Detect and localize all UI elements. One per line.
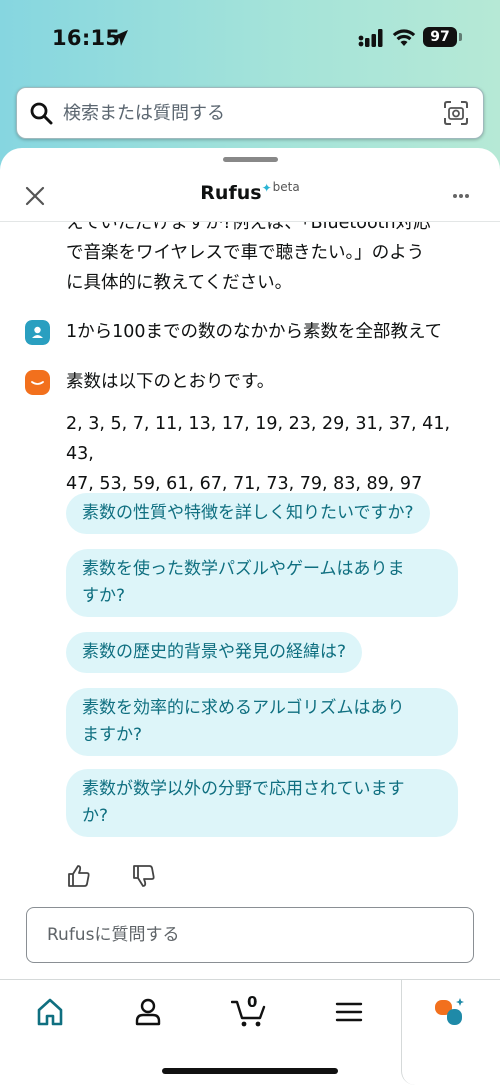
sparkle-icon: ✦ bbox=[261, 181, 272, 195]
message-line: えていただけますか?例えば、「Bluetooth対応 bbox=[66, 222, 431, 233]
primes-list: 2, 3, 5, 7, 11, 13, 17, 19, 23, 29, 31, … bbox=[66, 409, 476, 499]
thumbs-down-icon[interactable] bbox=[132, 864, 156, 888]
search-icon bbox=[30, 102, 53, 125]
rufus-tab[interactable] bbox=[401, 979, 500, 1085]
rufus-sheet: Rufus✦beta えていただけますか?例えば、「Bluetooth対応 で音… bbox=[0, 148, 500, 1084]
rufus-icon bbox=[435, 998, 464, 1025]
suggestion-chip[interactable]: 素数を使った数学パズルやゲームはありま すか? bbox=[66, 549, 458, 617]
message-line: で音楽をワイヤレスで車で聴きたい。」のよう bbox=[66, 243, 425, 263]
cart-count: 0 bbox=[247, 993, 258, 1011]
chat-area[interactable]: えていただけますか?例えば、「Bluetooth対応 で音楽をワイヤレスで車で聴… bbox=[0, 222, 500, 902]
search-bar[interactable] bbox=[16, 87, 484, 139]
suggestion-chip[interactable]: 素数が数学以外の分野で応用されています か? bbox=[66, 769, 458, 837]
previous-bot-message: えていただけますか?例えば、「Bluetooth対応 で音楽をワイヤレスで車で聴… bbox=[66, 222, 476, 298]
ask-rufus-field[interactable] bbox=[26, 907, 474, 963]
location-arrow-icon bbox=[112, 30, 128, 46]
sheet-title: Rufus✦beta bbox=[0, 180, 500, 204]
suggestion-chip[interactable]: 素数の性質や特徴を詳しく知りたいですか? bbox=[66, 493, 430, 534]
bot-intro: 素数は以下のとおりです。 bbox=[66, 372, 275, 392]
search-input[interactable] bbox=[63, 98, 433, 128]
status-bar: 16:15 97 bbox=[0, 0, 500, 76]
menu-icon[interactable] bbox=[333, 996, 365, 1028]
home-indicator bbox=[162, 1068, 338, 1074]
ask-rufus-input[interactable] bbox=[47, 921, 447, 949]
chip-text: ますか? bbox=[82, 725, 143, 745]
wifi-icon bbox=[392, 29, 416, 46]
battery-tip bbox=[459, 33, 462, 41]
account-icon[interactable] bbox=[132, 996, 164, 1028]
sheet-drag-handle[interactable] bbox=[223, 157, 278, 162]
more-options-icon[interactable] bbox=[452, 193, 470, 199]
chip-text: 素数が数学以外の分野で応用されています bbox=[82, 779, 405, 799]
chip-text: か? bbox=[82, 806, 109, 826]
cellular-signal-icon bbox=[358, 29, 383, 47]
chip-text: 素数の歴史的背景や発見の経緯は? bbox=[82, 642, 347, 662]
suggestion-chip[interactable]: 素数の歴史的背景や発見の経緯は? bbox=[66, 632, 363, 673]
bottom-nav: 0 bbox=[0, 979, 500, 1085]
thumbs-up-icon[interactable] bbox=[67, 864, 91, 888]
camera-scan-icon[interactable] bbox=[443, 100, 469, 126]
message-line: に具体的に教えてください。 bbox=[66, 273, 293, 293]
user-message: 1から100までの数のなかから素数を全部教えて bbox=[66, 322, 443, 342]
chip-text: すか? bbox=[82, 586, 126, 606]
beta-badge: beta bbox=[272, 180, 300, 194]
battery-indicator: 97 bbox=[423, 27, 457, 47]
primes-line: 2, 3, 5, 7, 11, 13, 17, 19, 23, 29, 31, … bbox=[66, 414, 451, 464]
user-avatar-icon bbox=[25, 320, 50, 345]
title-text: Rufus bbox=[200, 182, 262, 204]
chip-text: 素数の性質や特徴を詳しく知りたいですか? bbox=[82, 503, 414, 523]
home-icon[interactable] bbox=[34, 996, 66, 1028]
chip-text: 素数を使った数学パズルやゲームはありま bbox=[82, 559, 405, 579]
rufus-avatar-icon bbox=[25, 370, 50, 395]
suggestion-chip[interactable]: 素数を効率的に求めるアルゴリズムはあり ますか? bbox=[66, 688, 458, 756]
chip-text: 素数を効率的に求めるアルゴリズムはあり bbox=[82, 698, 405, 718]
